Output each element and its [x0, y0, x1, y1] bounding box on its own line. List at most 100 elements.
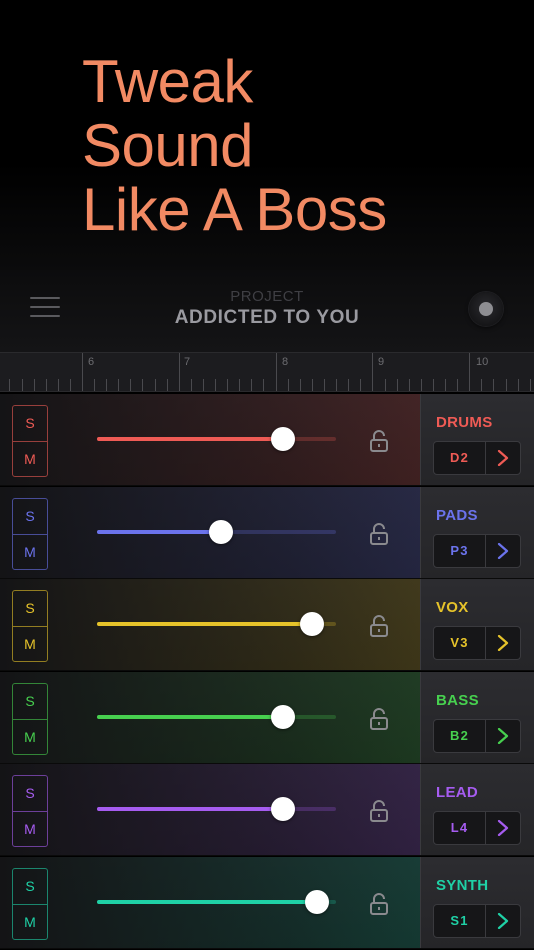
unlock-icon[interactable]	[369, 429, 389, 453]
ruler-minor-tick	[360, 379, 361, 391]
hero-line-1: Tweak	[82, 48, 253, 115]
track-row-synth: S M SYNTH S1	[0, 857, 534, 949]
volume-slider-fill	[97, 437, 284, 441]
unlock-icon[interactable]	[369, 799, 389, 823]
solo-mute-group: S M	[12, 590, 48, 662]
solo-mute-group: S M	[12, 405, 48, 477]
ruler-minor-tick	[142, 379, 143, 391]
ruler-minor-tick	[34, 379, 35, 391]
solo-button[interactable]: S	[13, 869, 47, 904]
ruler-major-tick	[179, 353, 180, 391]
ruler-major-tick	[82, 353, 83, 391]
track-panel: VOX V3	[420, 579, 534, 670]
ruler-major-tick	[469, 353, 470, 391]
mute-button[interactable]: M	[13, 534, 47, 569]
ruler-minor-tick	[518, 379, 519, 391]
track-panel: DRUMS D2	[420, 394, 534, 485]
ruler-label: 8	[282, 356, 289, 368]
unlock-icon[interactable]	[369, 707, 389, 731]
ruler-minor-tick	[506, 379, 507, 391]
volume-slider-fill	[97, 900, 317, 904]
solo-button[interactable]: S	[13, 776, 47, 811]
track-row-lead: S M LEAD L4	[0, 764, 534, 856]
solo-button[interactable]: S	[13, 591, 47, 626]
preset-code[interactable]: D2	[434, 442, 486, 474]
next-preset-button[interactable]	[486, 905, 520, 937]
ruler-minor-tick	[239, 379, 240, 391]
track-name: PADS	[436, 507, 478, 524]
volume-slider-fill	[97, 807, 284, 811]
ruler-minor-tick	[493, 379, 494, 391]
volume-slider[interactable]	[97, 890, 336, 914]
ruler-minor-tick	[300, 379, 301, 391]
ruler-label: 10	[476, 356, 489, 368]
unlock-icon[interactable]	[369, 522, 389, 546]
ruler-minor-tick	[312, 379, 313, 391]
ruler-minor-tick	[227, 379, 228, 391]
ruler-minor-tick	[457, 379, 458, 391]
track-row-bass: S M BASS B2	[0, 672, 534, 764]
mute-button[interactable]: M	[13, 811, 47, 846]
unlock-icon[interactable]	[369, 614, 389, 638]
mute-button[interactable]: M	[13, 904, 47, 939]
ruler-label: 9	[378, 356, 385, 368]
ruler-label: 6	[88, 356, 95, 368]
preset-code[interactable]: V3	[434, 627, 486, 659]
preset-code[interactable]: P3	[434, 535, 486, 567]
preset-code[interactable]: B2	[434, 720, 486, 752]
solo-mute-group: S M	[12, 498, 48, 570]
track-name: BASS	[436, 692, 479, 709]
preset-selector: V3	[433, 626, 521, 660]
project-label: PROJECT	[230, 288, 304, 305]
next-preset-button[interactable]	[486, 812, 520, 844]
ruler-minor-tick	[22, 379, 23, 391]
preset-code[interactable]: L4	[434, 812, 486, 844]
unlock-icon[interactable]	[369, 892, 389, 916]
next-preset-button[interactable]	[486, 627, 520, 659]
chevron-right-icon	[497, 820, 509, 836]
track-name: VOX	[436, 599, 469, 616]
solo-mute-group: S M	[12, 775, 48, 847]
solo-button[interactable]: S	[13, 684, 47, 719]
preset-selector: S1	[433, 904, 521, 938]
timeline-ruler[interactable]: 6 7 8 9 10	[0, 352, 534, 392]
track-row-vox: S M VOX V3	[0, 579, 534, 671]
ruler-major-tick	[372, 353, 373, 391]
ruler-minor-tick	[397, 379, 398, 391]
ruler-minor-tick	[409, 379, 410, 391]
volume-slider-thumb[interactable]	[300, 612, 325, 636]
ruler-minor-tick	[191, 379, 192, 391]
ruler-major-tick	[276, 353, 277, 391]
mute-button[interactable]: M	[13, 719, 47, 754]
preset-selector: L4	[433, 811, 521, 845]
ruler-minor-tick	[203, 379, 204, 391]
ruler-minor-tick	[481, 379, 482, 391]
mute-button[interactable]: M	[13, 626, 47, 661]
solo-mute-group: S M	[12, 683, 48, 755]
preset-code[interactable]: S1	[434, 905, 486, 937]
mute-button[interactable]: M	[13, 441, 47, 476]
ruler-minor-tick	[167, 379, 168, 391]
volume-slider[interactable]	[97, 520, 336, 544]
ruler-minor-tick	[58, 379, 59, 391]
ruler-minor-tick	[9, 379, 10, 391]
ruler-minor-tick	[70, 379, 71, 391]
solo-button[interactable]: S	[13, 406, 47, 441]
volume-slider[interactable]	[97, 705, 336, 729]
next-preset-button[interactable]	[486, 535, 520, 567]
volume-slider[interactable]	[97, 797, 336, 821]
volume-slider[interactable]	[97, 612, 336, 636]
ruler-minor-tick	[288, 379, 289, 391]
project-name[interactable]: ADDICTED TO YOU	[0, 307, 534, 329]
volume-slider[interactable]	[97, 427, 336, 451]
solo-button[interactable]: S	[13, 499, 47, 534]
hero-line-2: Sound	[82, 112, 254, 179]
record-button[interactable]	[469, 292, 503, 326]
next-preset-button[interactable]	[486, 442, 520, 474]
volume-slider-thumb[interactable]	[304, 890, 329, 914]
next-preset-button[interactable]	[486, 720, 520, 752]
track-name: LEAD	[436, 784, 479, 801]
app-screen: Tweak Sound Like A Boss PROJECT ADDICTED…	[0, 0, 534, 950]
volume-slider-fill	[97, 530, 222, 534]
ruler-minor-tick	[324, 379, 325, 391]
